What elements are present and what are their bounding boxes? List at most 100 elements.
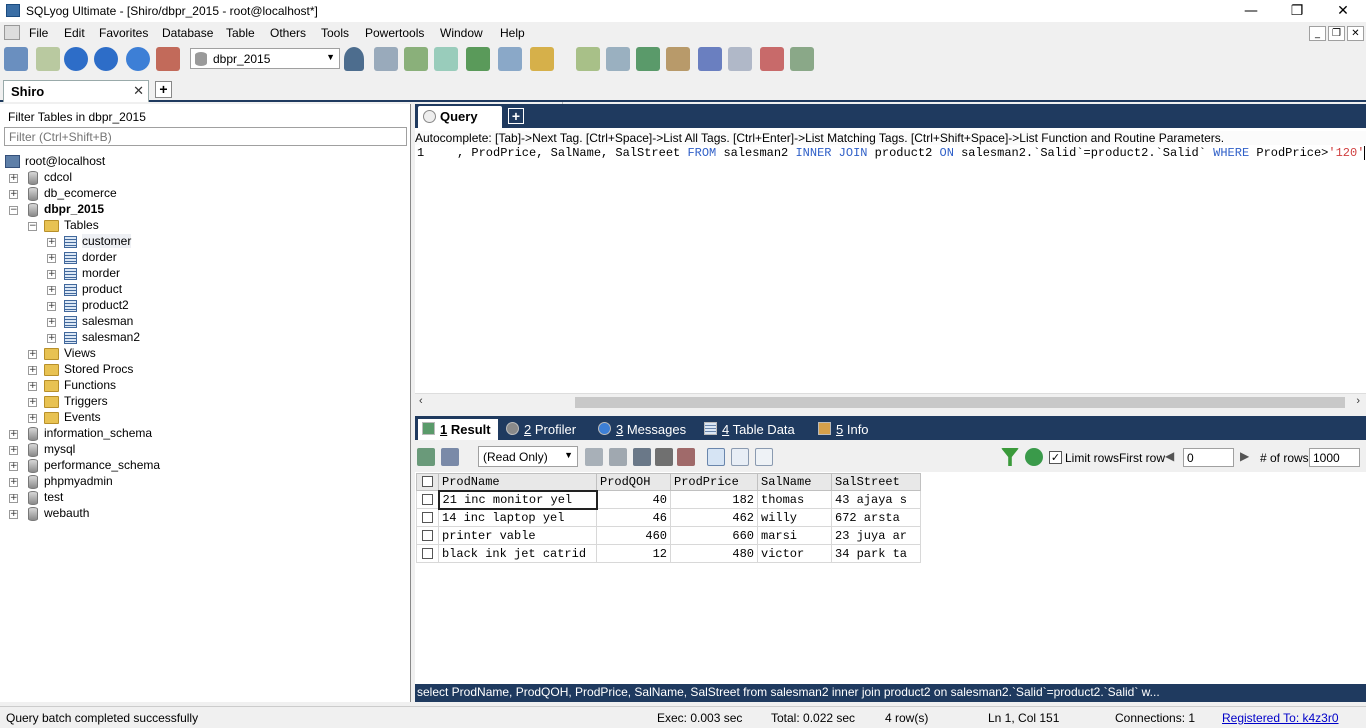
tree-db-performance-schema[interactable]: + performance_schema [0,458,400,474]
expand-icon[interactable]: + [9,446,18,455]
connect-icon[interactable] [4,47,28,71]
minimize-button[interactable]: — [1228,0,1274,22]
cancel-changes-icon[interactable] [677,448,695,466]
menu-window[interactable]: Window [440,26,483,40]
schema-designer-icon[interactable] [760,47,784,71]
tree-db-mysql[interactable]: + mysql [0,442,400,458]
table-row[interactable]: 14 inc laptop yel 46 462 willy 672 arsta [416,508,921,527]
import-icon[interactable] [466,47,490,71]
import-icon[interactable] [441,448,459,466]
expand-icon[interactable]: + [47,334,56,343]
compare-icon[interactable] [636,47,660,71]
sync-icon[interactable] [606,47,630,71]
menu-tools[interactable]: Tools [321,26,349,40]
tree-folder-triggers[interactable]: + Triggers [0,394,400,410]
tree-folder-functions[interactable]: + Functions [0,378,400,394]
stop-icon[interactable] [156,47,180,71]
scroll-left-icon[interactable]: ‹ [419,395,423,407]
column-header[interactable]: ProdName [438,473,597,491]
prev-page-icon[interactable]: ◀ [1165,449,1174,463]
scheduler-icon[interactable] [698,47,722,71]
row-checkbox-cell[interactable] [416,526,439,545]
create-database-icon[interactable] [374,47,398,71]
mdi-restore-icon[interactable]: ❐ [1328,26,1345,41]
column-header[interactable]: SalStreet [831,473,921,491]
checkbox-icon[interactable] [422,476,433,488]
schema-icon[interactable] [530,47,554,71]
expand-icon[interactable]: + [9,494,18,503]
tree-table-salesman[interactable]: + salesman [0,314,400,330]
grid-cell[interactable]: willy [757,508,832,527]
registered-link[interactable]: Registered To: k4z3r0 [1222,711,1339,725]
collapse-icon[interactable]: − [9,206,18,215]
grid-cell[interactable]: 23 juya ar [831,526,921,545]
grid-cell[interactable]: 462 [670,508,758,527]
menu-favorites[interactable]: Favorites [99,26,148,40]
expand-icon[interactable]: + [28,366,37,375]
menu-file[interactable]: File [29,26,48,40]
tree-db-db-ecomerce[interactable]: + db_ecomerce [0,186,400,202]
expand-icon[interactable]: + [28,382,37,391]
grid-cell[interactable]: printer vable [438,526,597,545]
menu-database[interactable]: Database [162,26,213,40]
checkbox-icon[interactable] [422,547,433,559]
grid-cell[interactable]: 672 arsta [831,508,921,527]
tree-db-cdcol[interactable]: + cdcol [0,170,400,186]
menu-edit[interactable]: Edit [64,26,85,40]
grid-cell[interactable]: 480 [670,544,758,563]
tree-db-webauth[interactable]: + webauth [0,506,400,522]
new-connection-icon[interactable] [36,47,60,71]
save-icon[interactable] [633,448,651,466]
add-connection-tab-button[interactable]: + [155,81,172,98]
table-row[interactable]: black ink jet catrid 12 480 victor 34 pa… [416,544,921,563]
tree-folder-tables[interactable]: − Tables [0,218,400,234]
add-query-tab-button[interactable]: + [508,108,524,124]
filter-icon[interactable] [1001,448,1019,466]
scroll-right-icon[interactable]: › [1356,395,1360,407]
database-select[interactable]: dbpr_2015 ▼ [190,48,340,69]
expand-icon[interactable]: + [9,190,18,199]
column-header[interactable]: SalName [757,473,832,491]
grid-cell[interactable]: black ink jet catrid [438,544,597,563]
expand-icon[interactable]: + [9,510,18,519]
tree-server[interactable]: root@localhost [0,154,400,170]
result-mode-select[interactable]: (Read Only) ▼ [478,446,578,467]
data-search-icon[interactable] [790,47,814,71]
row-checkbox-cell[interactable] [416,544,439,563]
grid-cell[interactable]: marsi [757,526,832,545]
expand-icon[interactable]: + [9,462,18,471]
tree-folder-views[interactable]: + Views [0,346,400,362]
grid-cell[interactable]: 34 park ta [831,544,921,563]
scroll-thumb[interactable] [575,397,1345,408]
tree-table-customer[interactable]: + customer [0,234,400,250]
expand-icon[interactable]: + [47,254,56,263]
expand-icon[interactable]: + [47,302,56,311]
menu-others[interactable]: Others [270,26,306,40]
grid-view-icon[interactable] [707,448,725,466]
num-rows-input[interactable]: 1000 [1309,448,1360,467]
execute-all-icon[interactable] [94,47,118,71]
tree-db-dbpr-2015[interactable]: − dbpr_2015 [0,202,400,218]
first-row-input[interactable]: 0 [1183,448,1234,467]
backup-icon[interactable] [404,47,428,71]
checkbox-icon[interactable] [421,493,433,505]
tab-messages[interactable]: 3 Messages [598,419,694,440]
expand-icon[interactable]: + [47,238,56,247]
mdi-minimize-icon[interactable]: _ [1309,26,1326,41]
grid-cell[interactable]: 460 [596,526,671,545]
expand-icon[interactable]: + [9,430,18,439]
query-editor[interactable]: Autocomplete: [Tab]->Next Tag. [Ctrl+Spa… [415,128,1366,393]
sql-code-line[interactable]: , ProdPrice, SalName, SalStreet FROM sal… [457,146,1366,160]
tab-result[interactable]: 1 Result [418,419,498,440]
refresh-results-icon[interactable] [1025,448,1043,466]
copy-database-icon[interactable] [576,47,600,71]
expand-icon[interactable]: + [47,286,56,295]
expand-icon[interactable]: + [47,318,56,327]
grid-cell[interactable]: 43 ajaya s [831,490,921,509]
select-all-checkbox-cell[interactable] [416,473,439,491]
row-checkbox-cell[interactable] [416,490,439,509]
tree-db-information-schema[interactable]: + information_schema [0,426,400,442]
table-icon[interactable] [498,47,522,71]
grid-cell[interactable]: thomas [757,490,832,509]
tree-table-dorder[interactable]: + dorder [0,250,400,266]
